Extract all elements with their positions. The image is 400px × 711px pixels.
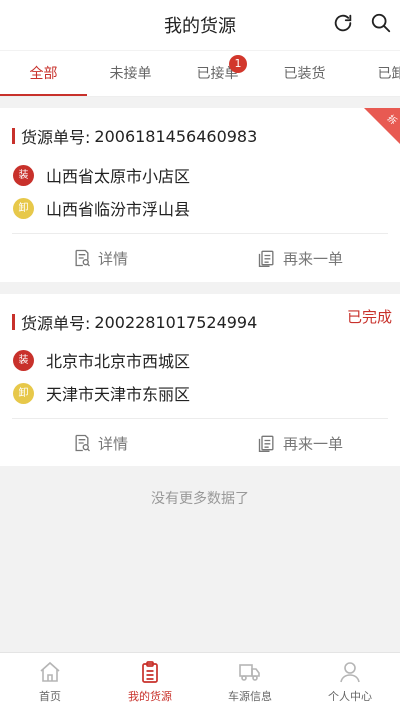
- unload-address-row: 卸 山西省临汾市浮山县: [13, 197, 190, 219]
- copy-doc-icon: [258, 250, 274, 267]
- load-address: 山西省太原市小店区: [46, 167, 191, 186]
- tab-label: 全部: [29, 66, 58, 82]
- status-label: 已完成: [346, 308, 392, 326]
- order-number: 2006181456460983: [94, 126, 258, 146]
- count-badge: 1: [229, 55, 247, 73]
- page: 我的货源 全部 未接单 已接单 1 已装货 已 拆 货源单号: 20061814…: [0, 0, 400, 711]
- reorder-button[interactable]: 再来一单: [200, 423, 400, 463]
- tab-not-accepted[interactable]: 未接单: [87, 51, 174, 96]
- tab-label: 已装货: [283, 66, 326, 82]
- unload-address: 山西省临汾市浮山县: [46, 200, 191, 219]
- divider: [12, 233, 388, 234]
- nav-label: 车源信息: [228, 690, 272, 703]
- detail-doc-icon: [75, 249, 90, 267]
- accent-bar: [12, 314, 15, 330]
- card-actions: 详情 再来一单: [0, 423, 400, 463]
- header-actions: [330, 10, 394, 36]
- load-badge: 装: [13, 349, 34, 371]
- refresh-icon[interactable]: [330, 10, 356, 36]
- unload-address-row: 卸 天津市天津市东丽区: [13, 382, 190, 404]
- nav-label: 个人中心: [328, 690, 372, 703]
- status-tabs: 全部 未接单 已接单 1 已装货 已卸: [0, 51, 400, 97]
- tab-unloaded[interactable]: 已卸: [348, 51, 400, 96]
- nav-home[interactable]: 首页: [0, 653, 100, 711]
- reorder-button[interactable]: 再来一单: [200, 238, 400, 278]
- load-badge: 装: [13, 164, 34, 186]
- order-number-row: 货源单号: 2002281017524994: [12, 310, 257, 334]
- reorder-label: 再来一单: [282, 249, 343, 268]
- order-number-label: 货源单号:: [21, 128, 91, 147]
- reorder-label: 再来一单: [282, 434, 343, 453]
- load-address-row: 装 山西省太原市小店区: [13, 164, 190, 186]
- unload-badge: 卸: [13, 197, 34, 219]
- search-icon[interactable]: [368, 10, 394, 36]
- home-icon: [40, 661, 60, 682]
- tab-loaded[interactable]: 已装货: [261, 51, 348, 96]
- split-corner-tag: 拆: [364, 108, 400, 144]
- tab-label: 未接单: [109, 66, 152, 82]
- page-title: 我的货源: [164, 16, 236, 37]
- order-card[interactable]: 已完成 货源单号: 2002281017524994 装 北京市北京市西城区 卸…: [0, 294, 400, 466]
- detail-label: 详情: [97, 434, 128, 453]
- detail-label: 详情: [97, 249, 128, 268]
- no-more-data-text: 没有更多数据了: [151, 491, 249, 507]
- nav-my-cargo[interactable]: 我的货源: [100, 653, 200, 711]
- nav-vehicle-info[interactable]: 车源信息: [200, 653, 300, 711]
- nav-label: 首页: [39, 690, 61, 703]
- clipboard-icon: [142, 661, 158, 683]
- copy-doc-icon: [258, 435, 274, 452]
- bottom-nav: 首页 我的货源 车源信息 个人中心: [0, 652, 400, 711]
- truck-icon: [239, 664, 260, 681]
- user-icon: [340, 662, 360, 683]
- detail-doc-icon: [75, 434, 90, 452]
- detail-button[interactable]: 详情: [0, 423, 200, 463]
- divider: [12, 418, 388, 419]
- load-address: 北京市北京市西城区: [46, 352, 191, 371]
- tab-all[interactable]: 全部: [0, 51, 87, 96]
- order-number-label: 货源单号:: [21, 314, 91, 333]
- nav-profile[interactable]: 个人中心: [300, 653, 400, 711]
- accent-bar: [12, 128, 15, 144]
- tab-label: 已卸: [377, 66, 400, 82]
- app-header: 我的货源: [0, 0, 400, 50]
- nav-label: 我的货源: [128, 690, 172, 703]
- order-number: 2002281017524994: [94, 312, 258, 332]
- detail-button[interactable]: 详情: [0, 238, 200, 278]
- tab-accepted[interactable]: 已接单 1: [174, 51, 261, 96]
- order-card[interactable]: 拆 货源单号: 2006181456460983 装 山西省太原市小店区 卸 山…: [0, 108, 400, 282]
- load-address-row: 装 北京市北京市西城区: [13, 349, 190, 371]
- card-actions: 详情 再来一单: [0, 238, 400, 278]
- unload-badge: 卸: [13, 382, 34, 404]
- unload-address: 天津市天津市东丽区: [46, 385, 191, 404]
- order-number-row: 货源单号: 2006181456460983: [12, 124, 257, 148]
